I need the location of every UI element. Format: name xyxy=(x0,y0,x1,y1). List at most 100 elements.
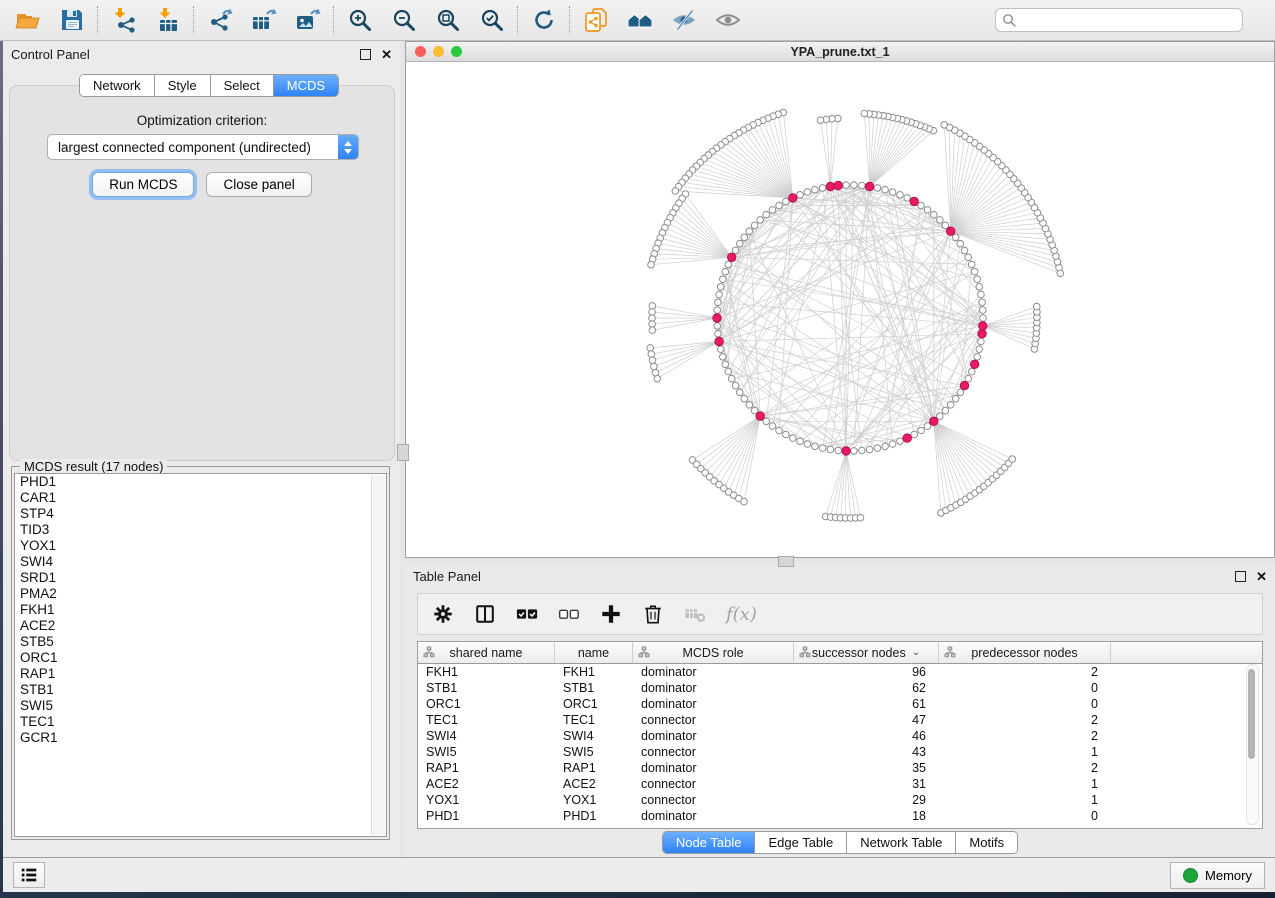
mcds-result-item[interactable]: GCR1 xyxy=(15,730,386,746)
mcds-result-item[interactable]: STB1 xyxy=(15,682,386,698)
column-header-predecessor-nodes[interactable]: predecessor nodes xyxy=(939,642,1111,663)
mcds-result-item[interactable]: ACE2 xyxy=(15,618,386,634)
function-builder-button[interactable]: f(x) xyxy=(726,604,757,625)
delete-table-button[interactable] xyxy=(684,603,706,625)
cell-successor-nodes: 61 xyxy=(794,697,939,711)
cell-successor-nodes: 47 xyxy=(794,713,939,727)
control-panel-title: Control Panel xyxy=(11,47,90,62)
export-table-button[interactable] xyxy=(246,5,282,35)
memory-label: Memory xyxy=(1205,868,1252,883)
table-row[interactable]: ACE2ACE2connector311 xyxy=(418,776,1262,792)
deselect-all-button[interactable] xyxy=(558,603,580,625)
tab-motifs[interactable]: Motifs xyxy=(956,832,1017,853)
memory-button[interactable]: Memory xyxy=(1170,862,1265,889)
show-all-button[interactable] xyxy=(710,5,746,35)
float-panel-icon[interactable] xyxy=(360,49,371,60)
search-container xyxy=(995,8,1243,32)
tab-network-table[interactable]: Network Table xyxy=(847,832,956,853)
tab-network[interactable]: Network xyxy=(80,75,155,96)
mcds-list-scrollbar[interactable] xyxy=(371,475,385,835)
table-scrollbar[interactable] xyxy=(1246,664,1259,825)
zoom-out-button[interactable] xyxy=(386,5,422,35)
table-row[interactable]: ORC1ORC1dominator610 xyxy=(418,696,1262,712)
table-row[interactable]: SWI5SWI5connector431 xyxy=(418,744,1262,760)
hide-selected-button[interactable] xyxy=(666,5,702,35)
vertical-splitter-handle[interactable] xyxy=(397,444,409,461)
add-column-button[interactable] xyxy=(600,603,622,625)
close-panel-button[interactable]: Close panel xyxy=(206,172,311,197)
column-header-shared-name[interactable]: shared name xyxy=(418,642,555,663)
table-row[interactable]: TEC1TEC1connector472 xyxy=(418,712,1262,728)
task-history-button[interactable] xyxy=(13,862,45,888)
table-row[interactable]: FKH1FKH1dominator962 xyxy=(418,664,1262,680)
cell-predecessor-nodes: 2 xyxy=(939,713,1111,727)
table-row[interactable]: SWI4SWI4dominator462 xyxy=(418,728,1262,744)
toggle-column-button[interactable] xyxy=(474,603,496,625)
zoom-fit-button[interactable] xyxy=(430,5,466,35)
table-row[interactable]: RAP1RAP1dominator352 xyxy=(418,760,1262,776)
tab-node-table[interactable]: Node Table xyxy=(663,832,756,853)
mcds-result-item[interactable]: CAR1 xyxy=(15,490,386,506)
tab-select[interactable]: Select xyxy=(211,75,274,96)
mcds-result-item[interactable]: YOX1 xyxy=(15,538,386,554)
mcds-result-item[interactable]: TEC1 xyxy=(15,714,386,730)
cell-name: PHD1 xyxy=(555,809,633,823)
table-scrollbar-thumb[interactable] xyxy=(1248,669,1255,759)
import-table-icon xyxy=(155,7,181,33)
select-all-button[interactable] xyxy=(516,603,538,625)
cell-name: ACE2 xyxy=(555,777,633,791)
zoom-selected-button[interactable] xyxy=(474,5,510,35)
horizontal-splitter-handle[interactable] xyxy=(778,556,794,567)
cell-mcds-role: connector xyxy=(633,745,794,759)
run-mcds-button[interactable]: Run MCDS xyxy=(92,172,194,197)
save-session-button[interactable] xyxy=(54,5,90,35)
close-panel-icon[interactable]: ✕ xyxy=(381,48,392,61)
export-table-icon xyxy=(251,7,277,33)
tab-edge-table[interactable]: Edge Table xyxy=(755,832,847,853)
mcds-result-item[interactable]: RAP1 xyxy=(15,666,386,682)
table-panel-title: Table Panel xyxy=(413,569,481,584)
cell-predecessor-nodes: 1 xyxy=(939,777,1111,791)
table-tree-icon xyxy=(423,646,435,661)
search-input[interactable] xyxy=(995,8,1243,32)
column-header-MCDS-role[interactable]: MCDS role xyxy=(633,642,794,663)
mcds-result-item[interactable]: STP4 xyxy=(15,506,386,522)
open-file-button[interactable] xyxy=(10,5,46,35)
float-table-panel-icon[interactable] xyxy=(1235,571,1246,582)
mcds-result-item[interactable]: PHD1 xyxy=(15,474,386,490)
export-image-button[interactable] xyxy=(290,5,326,35)
import-table-button[interactable] xyxy=(150,5,186,35)
optimization-dropdown[interactable]: largest connected component (undirected) xyxy=(47,134,359,160)
cell-shared-name: YOX1 xyxy=(418,793,555,807)
mcds-result-item[interactable]: SRD1 xyxy=(15,570,386,586)
mcds-result-item[interactable]: SWI5 xyxy=(15,698,386,714)
first-neighbors-button[interactable] xyxy=(622,5,658,35)
mcds-result-item[interactable]: TID3 xyxy=(15,522,386,538)
mcds-result-item[interactable]: FKH1 xyxy=(15,602,386,618)
cell-successor-nodes: 46 xyxy=(794,729,939,743)
cell-shared-name: ACE2 xyxy=(418,777,555,791)
tab-style[interactable]: Style xyxy=(155,75,211,96)
delete-column-button[interactable] xyxy=(642,603,664,625)
table-row[interactable]: YOX1YOX1connector291 xyxy=(418,792,1262,808)
mcds-result-item[interactable]: PMA2 xyxy=(15,586,386,602)
table-row[interactable]: STB1STB1dominator620 xyxy=(418,680,1262,696)
status-bar: Memory xyxy=(3,857,1275,892)
node-table-header: shared namenameMCDS rolesuccessor nodes⌄… xyxy=(418,642,1262,664)
table-row[interactable]: PHD1PHD1dominator180 xyxy=(418,808,1262,824)
network-canvas[interactable] xyxy=(406,62,1274,557)
mcds-result-item[interactable]: STB5 xyxy=(15,634,386,650)
zoom-in-button[interactable] xyxy=(342,5,378,35)
import-network-button[interactable] xyxy=(106,5,142,35)
export-network-button[interactable] xyxy=(202,5,238,35)
refresh-view-button[interactable] xyxy=(526,5,562,35)
column-header-successor-nodes[interactable]: successor nodes⌄ xyxy=(794,642,939,663)
close-table-panel-icon[interactable]: ✕ xyxy=(1256,570,1267,583)
tab-mcds[interactable]: MCDS xyxy=(274,75,338,96)
column-header-name[interactable]: name xyxy=(555,642,633,663)
mcds-result-item[interactable]: ORC1 xyxy=(15,650,386,666)
network-titlebar[interactable]: YPA_prune.txt_1 xyxy=(406,42,1274,62)
duplicate-network-button[interactable] xyxy=(578,5,614,35)
mcds-result-item[interactable]: SWI4 xyxy=(15,554,386,570)
settings-gear-button[interactable] xyxy=(432,603,454,625)
